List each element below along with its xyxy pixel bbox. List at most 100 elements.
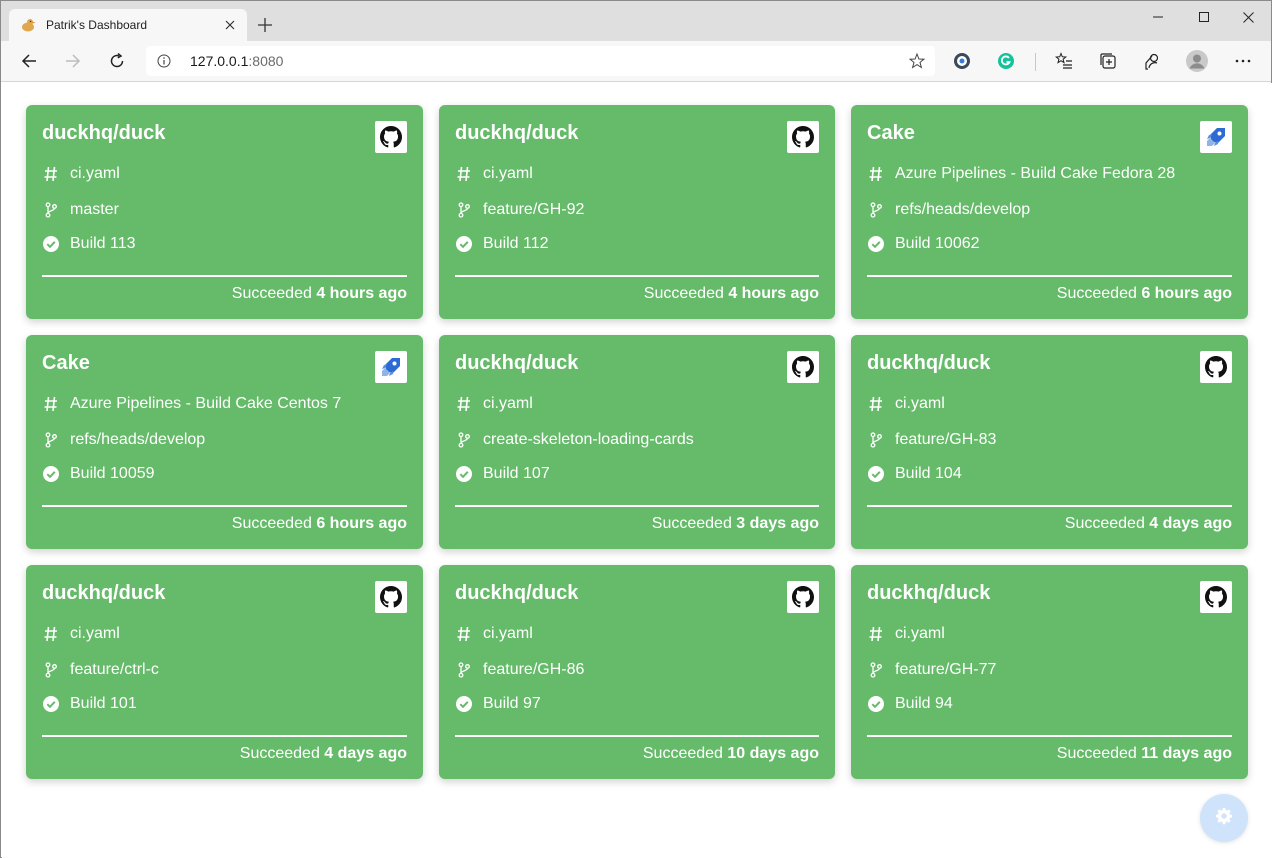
provider-badge (787, 351, 819, 383)
branch-row: master (42, 201, 119, 219)
check-circle-icon (42, 236, 60, 252)
definition-row: ci.yaml (455, 165, 533, 183)
branch-text: create-skeleton-loading-cards (483, 431, 694, 448)
definition-text: ci.yaml (70, 165, 120, 182)
card-divider (455, 735, 819, 737)
build-number-text: Build 113 (70, 235, 136, 252)
relative-time-text: 6 hours ago (1141, 285, 1232, 302)
more-menu-icon[interactable] (1227, 45, 1259, 77)
hash-icon (42, 166, 60, 182)
refresh-icon[interactable] (101, 45, 133, 77)
status-text: Succeeded (1056, 745, 1137, 762)
definition-row: ci.yaml (867, 625, 945, 643)
favorite-star-icon[interactable] (899, 53, 935, 69)
grammarly-icon[interactable] (990, 45, 1022, 77)
favorites-list-icon[interactable] (1048, 45, 1080, 77)
collections-icon[interactable] (1092, 45, 1124, 77)
branch-text: feature/GH-83 (895, 431, 997, 448)
build-card[interactable]: duckhq/duck ci.yaml master Build 113 Suc… (26, 105, 423, 319)
provider-badge (1200, 121, 1232, 153)
branch-icon (867, 432, 885, 448)
new-tab-button[interactable] (253, 13, 277, 37)
branch-text: feature/GH-86 (483, 661, 585, 678)
provider-badge (1200, 351, 1232, 383)
build-row: Build 10059 (42, 465, 155, 483)
profile-avatar-icon[interactable] (1181, 45, 1213, 77)
build-number-text: Build 94 (895, 695, 953, 712)
address-bar[interactable]: 127.0.0.1:8080 (146, 46, 935, 76)
definition-row: ci.yaml (455, 395, 533, 413)
provider-badge (375, 121, 407, 153)
card-footer: Succeeded 11 days ago (1057, 745, 1232, 763)
build-row: Build 97 (455, 695, 541, 713)
github-icon (1205, 356, 1227, 378)
hash-icon (867, 166, 885, 182)
card-title: duckhq/duck (455, 122, 579, 144)
build-card[interactable]: duckhq/duck ci.yaml feature/GH-83 Build … (851, 335, 1248, 549)
build-number-text: Build 107 (483, 465, 550, 482)
feedback-icon[interactable] (1136, 45, 1168, 77)
definition-row: ci.yaml (42, 165, 120, 183)
minimize-button[interactable] (1135, 1, 1181, 33)
branch-icon (42, 432, 60, 448)
extension-shield-icon[interactable] (946, 45, 978, 77)
status-text: Succeeded (231, 285, 312, 302)
card-title: duckhq/duck (42, 582, 166, 604)
relative-time-text: 4 hours ago (728, 285, 819, 302)
branch-icon (455, 662, 473, 678)
close-window-button[interactable] (1225, 1, 1271, 33)
build-card[interactable]: duckhq/duck ci.yaml feature/GH-86 Build … (439, 565, 835, 779)
status-text: Succeeded (642, 745, 723, 762)
definition-text: ci.yaml (70, 625, 120, 642)
browser-toolbar: 127.0.0.1:8080 (1, 41, 1271, 82)
branch-icon (455, 432, 473, 448)
hash-icon (42, 626, 60, 642)
check-circle-icon (867, 236, 885, 252)
build-number-text: Build 97 (483, 695, 541, 712)
card-divider (867, 735, 1232, 737)
forward-arrow-icon[interactable] (57, 45, 89, 77)
hash-icon (455, 396, 473, 412)
build-card[interactable]: duckhq/duck ci.yaml feature/ctrl-c Build… (26, 565, 423, 779)
card-footer: Succeeded 6 hours ago (232, 515, 407, 533)
branch-icon (42, 202, 60, 218)
azure-pipelines-icon (1204, 125, 1228, 149)
gear-icon (1215, 807, 1233, 830)
branch-row: refs/heads/develop (42, 431, 205, 449)
build-row: Build 112 (455, 235, 549, 253)
build-card[interactable]: Cake Azure Pipelines - Build Cake Fedora… (851, 105, 1248, 319)
tab-close-icon[interactable] (217, 12, 243, 38)
tab-title: Patrik's Dashboard (46, 18, 148, 32)
branch-row: feature/GH-83 (867, 431, 996, 449)
build-card[interactable]: duckhq/duck ci.yaml feature/GH-92 Build … (439, 105, 835, 319)
card-footer: Succeeded 4 hours ago (644, 285, 819, 303)
branch-text: feature/ctrl-c (70, 661, 159, 678)
build-card[interactable]: duckhq/duck ci.yaml feature/GH-77 Build … (851, 565, 1248, 779)
back-arrow-icon[interactable] (13, 45, 45, 77)
hash-icon (867, 396, 885, 412)
card-title: duckhq/duck (867, 352, 991, 374)
card-footer: Succeeded 3 days ago (652, 515, 819, 533)
info-icon[interactable] (146, 54, 182, 68)
card-divider (42, 275, 407, 277)
settings-button[interactable] (1200, 794, 1248, 842)
check-circle-icon (455, 696, 473, 712)
branch-row: create-skeleton-loading-cards (455, 431, 694, 449)
azure-pipelines-icon (379, 355, 403, 379)
build-grid: duckhq/duck ci.yaml master Build 113 Suc… (26, 105, 1248, 779)
build-card[interactable]: duckhq/duck ci.yaml create-skeleton-load… (439, 335, 835, 549)
hash-icon (867, 626, 885, 642)
card-divider (42, 505, 407, 507)
build-number-text: Build 112 (483, 235, 549, 252)
status-text: Succeeded (239, 745, 320, 762)
status-text: Succeeded (1056, 285, 1137, 302)
maximize-button[interactable] (1181, 1, 1227, 33)
definition-text: ci.yaml (895, 625, 945, 642)
browser-tab[interactable]: Patrik's Dashboard (9, 9, 247, 41)
build-row: Build 101 (42, 695, 137, 713)
build-card[interactable]: Cake Azure Pipelines - Build Cake Centos… (26, 335, 423, 549)
definition-text: Azure Pipelines - Build Cake Fedora 28 (895, 165, 1176, 182)
dashboard-content: duckhq/duck ci.yaml master Build 113 Suc… (2, 83, 1272, 858)
build-number-text: Build 101 (70, 695, 137, 712)
card-title: Cake (42, 352, 90, 374)
